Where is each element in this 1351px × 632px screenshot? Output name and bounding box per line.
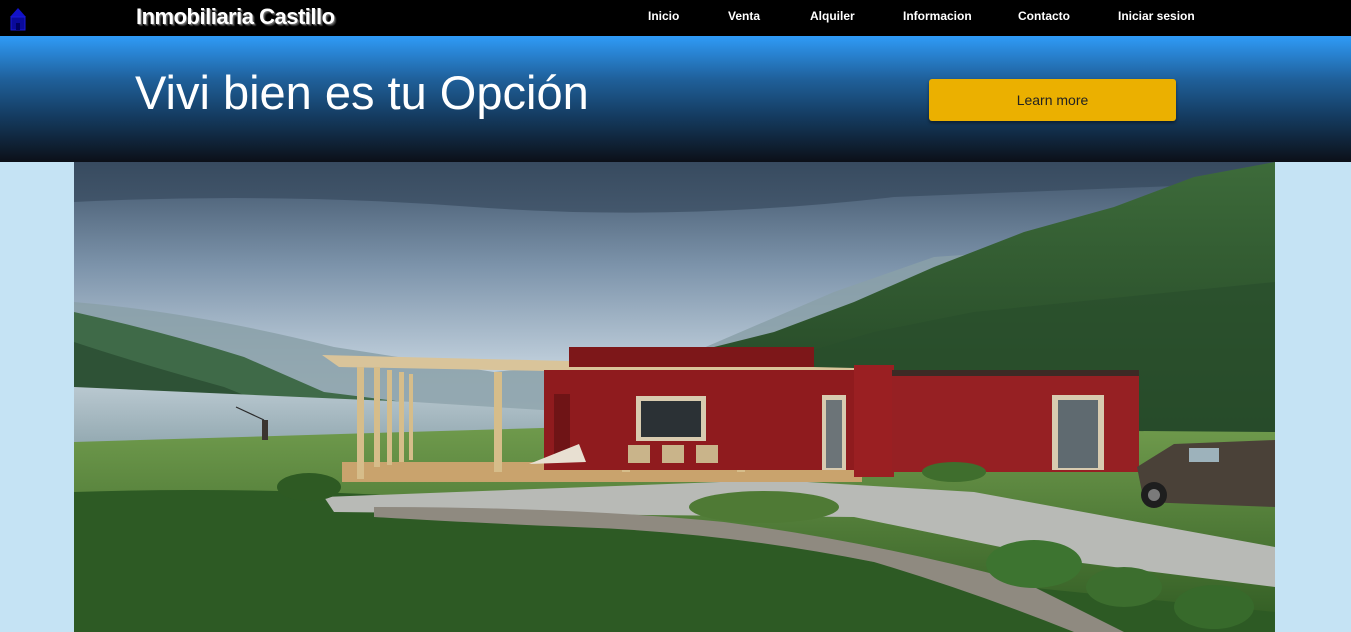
nav-link-contacto[interactable]: Contacto <box>1018 9 1070 23</box>
hero-house-photo <box>74 162 1275 632</box>
learn-more-button[interactable]: Learn more <box>929 79 1176 121</box>
hero-banner: Vivi bien es tu Opción Learn more <box>0 36 1351 162</box>
brand-title[interactable]: Inmobiliaria Castillo <box>136 4 335 30</box>
hero-title: Vivi bien es tu Opción <box>135 66 589 119</box>
nav-link-inicio[interactable]: Inicio <box>648 9 679 23</box>
nav-link-alquiler[interactable]: Alquiler <box>810 9 855 23</box>
nav-link-informacion[interactable]: Informacion <box>903 9 972 23</box>
nav-link-venta[interactable]: Venta <box>728 9 760 23</box>
home-icon[interactable] <box>9 7 27 31</box>
nav-link-iniciar-sesion[interactable]: Iniciar sesion <box>1118 9 1195 23</box>
top-navbar: Inmobiliaria Castillo Inicio Venta Alqui… <box>0 0 1351 36</box>
